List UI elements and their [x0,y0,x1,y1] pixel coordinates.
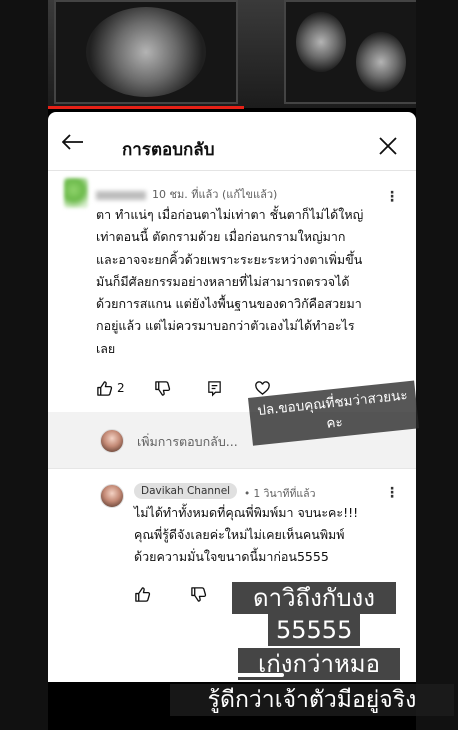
caption-sticker: รู้ดีกว่าเจ้าตัวมีอยู่จริง [170,684,454,716]
divider [48,468,416,469]
comment-icon [208,380,221,397]
comment-meta: 10 ชม. ที่แล้ว (แก้ไขแล้ว) [96,185,277,203]
more-vertical-icon[interactable]: ⋮ [385,486,399,500]
thumbs-down-icon [191,586,207,602]
add-reply-input[interactable]: เพิ่มการตอบกลับ... [137,432,238,452]
thumbs-down-icon [155,380,171,396]
commenter-name-blurred[interactable] [96,190,146,200]
reply-time: • 1 วินาทีที่แล้ว [244,488,316,500]
channel-name-badge[interactable]: Davikah Channel [134,483,238,499]
monitor-right [284,0,416,104]
reply-line: คุณพี่รู้ดีจังเลยค่ะใหม่ไม่เคยเห็นคนพิมพ… [134,527,345,542]
avatar [100,429,124,453]
page-title: การตอบกลับ [122,140,215,160]
like-button[interactable] [134,584,151,604]
reply-body: ไม่ได้ทำทั้งหมดที่คุณพี่พิมพ์มา จบนะคะ!!… [134,502,404,568]
background-left [0,0,48,730]
video-player[interactable] [48,0,416,108]
channel-avatar[interactable] [100,484,124,508]
video-progress-bar[interactable] [48,106,244,109]
replies-header: การตอบกลับ [48,112,416,171]
close-icon[interactable] [378,136,398,156]
home-indicator [172,673,284,677]
comment-time: 10 ชม. ที่แล้ว (แก้ไขแล้ว) [152,188,278,201]
background-right [416,0,458,730]
comment-line: เท่าตอนนี้ ตัดกรามด้วย เมื่อก่อนกรามใหญ่… [96,229,346,245]
thumbs-up-icon [135,586,151,602]
like-button[interactable]: 2 [96,378,125,398]
caption-sticker: 55555 [268,614,360,646]
comment-line: กอยู่แล้ว แต่ไม่ควรมาบอกว่าตัวเองไม่ได้ท… [96,318,355,334]
like-count: 2 [117,381,125,395]
more-vertical-icon[interactable]: ⋮ [385,190,399,204]
comment-line: เลย [96,340,116,356]
reply-line: ไม่ได้ทำทั้งหมดที่คุณพี่พิมพ์มา จบนะคะ!!… [134,505,359,520]
commenter-avatar[interactable] [64,178,88,208]
thumbs-up-icon [97,380,113,396]
reply-button[interactable] [206,378,223,398]
dislike-button[interactable] [190,584,207,604]
arrow-left-icon[interactable] [62,134,84,150]
comment-line: ตา ทำแน่ๆ เมื่อก่อนตาไม่เท่าตา ชั้นตาก็ไ… [96,207,364,222]
heart-icon [255,380,270,395]
caption-sticker: ดาวิถึงกับงง [232,582,396,614]
monitor-left [54,0,238,104]
dislike-button[interactable] [154,378,171,398]
reply-line: ด้วยความมั่นใจขนาดนี้มาก่อน5555 [134,549,329,564]
comment-line: มันก็มีศัลยกรรมอย่างหลายที่ไม่สามารถตรวจ… [96,273,350,289]
comment-body: ตา ทำแน่ๆ เมื่อก่อนตาไม่เท่าตา ชั้นตาก็ไ… [96,204,396,360]
comment-line: และอาจจะยกคิ้วด้วยเพราะระยะระหว่างตาเพิ่… [96,251,363,267]
comment-line: ด้วยการสแกน แต่ยังไงพื้นฐานของดาวิกัคือส… [96,296,362,312]
